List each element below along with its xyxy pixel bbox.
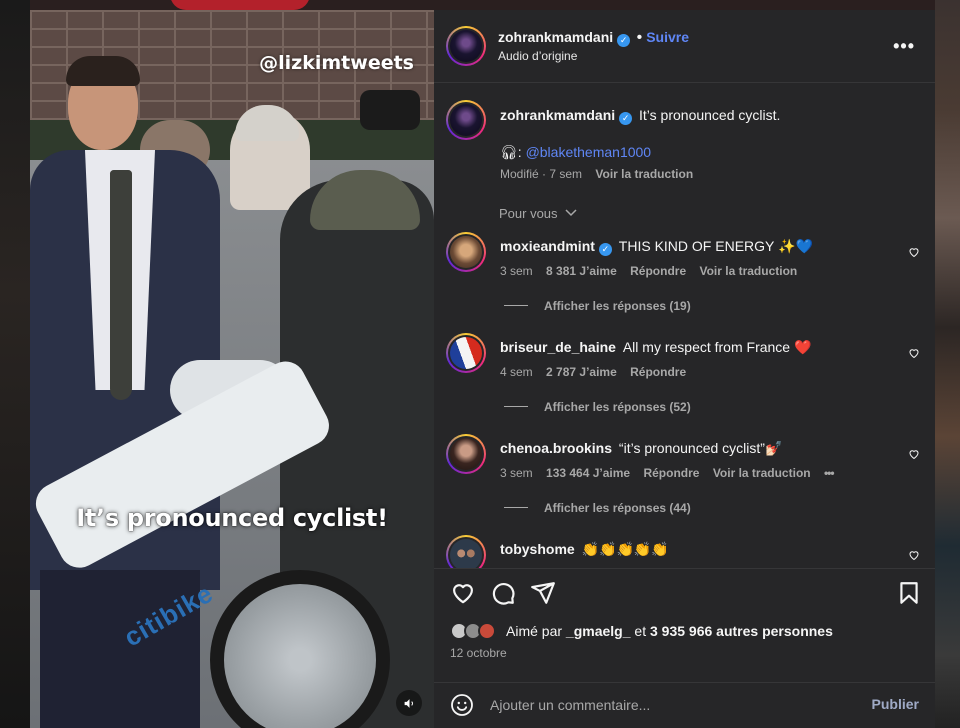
chevron-down-icon bbox=[565, 209, 577, 217]
post-header: zohrankmamdani ✓ • Suivre Audio d’origine … bbox=[434, 10, 935, 82]
header-divider bbox=[434, 82, 935, 83]
view-replies-button[interactable]: Afficher les réponses (44) bbox=[504, 501, 691, 515]
edited-label: Modifié bbox=[500, 167, 539, 181]
caption-author-avatar[interactable] bbox=[446, 100, 486, 140]
like-comment-heart-icon[interactable] bbox=[908, 347, 920, 359]
view-replies-label: Afficher les réponses (19) bbox=[544, 299, 691, 313]
like-comment-heart-icon[interactable] bbox=[908, 246, 920, 258]
background-right-strip bbox=[935, 0, 960, 728]
mute-button[interactable] bbox=[396, 690, 422, 716]
author-avatar[interactable] bbox=[446, 26, 486, 66]
like-comment-heart-icon[interactable] bbox=[908, 448, 920, 460]
comment-input[interactable] bbox=[490, 695, 850, 715]
caption-comment: zohrankmamdani ✓ It’s pronounced cyclist.… bbox=[434, 100, 935, 190]
view-replies-button[interactable]: Afficher les réponses (52) bbox=[504, 400, 691, 414]
commenter-username[interactable]: moxieandmint bbox=[500, 238, 595, 254]
comment-text: THIS KIND OF ENERGY ✨💙 bbox=[618, 238, 813, 254]
comment-text: “it’s pronounced cyclist”💅🏻 bbox=[618, 440, 783, 456]
liked-by-middle: et bbox=[634, 623, 647, 639]
comment-more-options-icon[interactable]: ••• bbox=[824, 466, 835, 480]
comment-time: 4 sem bbox=[500, 365, 533, 379]
commenter-avatar[interactable] bbox=[446, 434, 486, 474]
for-you-label: Pour vous bbox=[499, 206, 558, 221]
comment-time: 3 sem bbox=[500, 264, 533, 278]
liked-by-avatars bbox=[450, 622, 500, 640]
author-username[interactable]: zohrankmamdani bbox=[498, 29, 613, 45]
comment-likes[interactable]: 2 787 J’aime bbox=[546, 365, 617, 379]
liked-by-user[interactable]: _gmaelg_ bbox=[566, 623, 631, 639]
comment-item: tobyshome 👏👏👏👏👏 bbox=[434, 535, 935, 568]
caption-text: It’s pronounced cyclist. bbox=[639, 107, 781, 123]
verified-badge-icon: ✓ bbox=[619, 112, 633, 125]
commenter-avatar[interactable] bbox=[446, 535, 486, 568]
translate-link[interactable]: Voir la traduction bbox=[713, 466, 811, 480]
comment-text: All my respect from France ❤️ bbox=[622, 339, 812, 355]
liked-by-line[interactable]: Aimé par _gmaelg_ et 3 935 966 autres pe… bbox=[450, 622, 930, 640]
share-paper-plane-icon[interactable] bbox=[530, 580, 556, 606]
translate-link[interactable]: Voir la traduction bbox=[699, 264, 797, 278]
comment-item: chenoa.brookins “it’s pronounced cyclist… bbox=[434, 434, 935, 534]
follow-button[interactable]: Suivre bbox=[646, 29, 689, 45]
reel-video[interactable]: citibike @lizkimtweets It’s pronounced c… bbox=[30, 10, 434, 728]
comment-time: 3 sem bbox=[500, 466, 533, 480]
comment-likes[interactable]: 133 464 J’aime bbox=[546, 466, 630, 480]
comment-bubble-icon[interactable] bbox=[490, 580, 516, 606]
reply-button[interactable]: Répondre bbox=[643, 466, 699, 480]
comment-item: briseur_de_haine All my respect from Fra… bbox=[434, 332, 935, 433]
video-caption: It’s pronounced cyclist! bbox=[76, 504, 388, 532]
verified-badge-icon: ✓ bbox=[617, 34, 631, 47]
background-left-strip bbox=[0, 0, 30, 728]
publish-button[interactable]: Publier bbox=[872, 696, 919, 712]
reply-button[interactable]: Répondre bbox=[630, 264, 686, 278]
view-replies-button[interactable]: Afficher les réponses (19) bbox=[504, 299, 691, 313]
liked-by-prefix: Aimé par bbox=[506, 623, 563, 639]
video-watermark: @lizkimtweets bbox=[259, 52, 414, 74]
emoji-icon[interactable] bbox=[450, 693, 474, 717]
background-top-strip bbox=[30, 0, 935, 10]
reply-button[interactable]: Répondre bbox=[630, 365, 686, 379]
commenter-username[interactable]: tobyshome bbox=[500, 541, 575, 557]
post-side-panel: zohrankmamdani ✓ • Suivre Audio d’origine … bbox=[434, 10, 935, 728]
liked-by-count[interactable]: 3 935 966 autres personnes bbox=[650, 623, 833, 639]
post-actions-bar bbox=[434, 580, 935, 610]
bookmark-icon[interactable] bbox=[896, 580, 922, 606]
comment-text: 👏👏👏👏👏 bbox=[581, 541, 669, 557]
audio-label[interactable]: Audio d’origine bbox=[498, 49, 577, 63]
view-replies-label: Afficher les réponses (44) bbox=[544, 501, 691, 515]
for-you-filter[interactable]: Pour vous bbox=[499, 206, 577, 221]
verified-badge-icon: ✓ bbox=[598, 243, 612, 256]
comment-likes[interactable]: 8 381 J’aime bbox=[546, 264, 617, 278]
view-replies-label: Afficher les réponses (52) bbox=[544, 400, 691, 414]
like-heart-icon[interactable] bbox=[450, 580, 476, 606]
comments-divider bbox=[434, 568, 935, 569]
headphones-icon: 🎧︎ bbox=[500, 144, 518, 160]
commenter-avatar[interactable] bbox=[445, 332, 487, 374]
add-comment-bar: Publier bbox=[434, 682, 935, 728]
audio-credit-icon-sep: : bbox=[517, 144, 526, 160]
speaker-icon bbox=[404, 698, 413, 708]
caption-translate-link[interactable]: Voir la traduction bbox=[595, 167, 693, 181]
caption-time: 7 sem bbox=[549, 167, 583, 181]
video-frame-image: citibike bbox=[30, 10, 434, 728]
commenter-username[interactable]: briseur_de_haine bbox=[500, 339, 616, 355]
commenter-avatar[interactable] bbox=[446, 232, 486, 272]
more-options-icon[interactable]: ••• bbox=[893, 36, 915, 57]
audio-credit-link[interactable]: @blaketheman1000 bbox=[526, 144, 652, 160]
like-comment-heart-icon[interactable] bbox=[908, 549, 920, 561]
caption-author-username[interactable]: zohrankmamdani bbox=[500, 107, 615, 123]
commenter-username[interactable]: chenoa.brookins bbox=[500, 440, 612, 456]
comment-item: moxieandmint ✓ THIS KIND OF ENERGY ✨💙 3 s… bbox=[434, 232, 935, 332]
post-date: 12 octobre bbox=[450, 646, 507, 660]
